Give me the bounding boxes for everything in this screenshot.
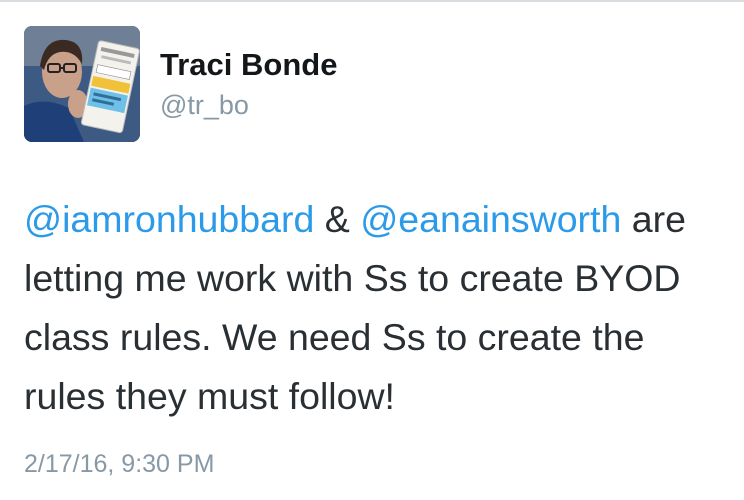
mention-link[interactable]: @iamronhubbard: [24, 198, 314, 240]
author-block: Traci Bonde @tr_bo: [160, 46, 337, 122]
tweet-text-connector: &: [314, 198, 361, 240]
author-display-name[interactable]: Traci Bonde: [160, 46, 337, 84]
author-handle[interactable]: @tr_bo: [160, 88, 337, 122]
avatar[interactable]: [24, 26, 140, 142]
tweet-card: Traci Bonde @tr_bo @iamronhubbard & @ean…: [0, 0, 744, 500]
tweet-text: @iamronhubbard & @eanainsworth are letti…: [24, 190, 734, 426]
avatar-photo: [24, 26, 140, 142]
mention-link[interactable]: @eanainsworth: [360, 198, 621, 240]
tweet-timestamp[interactable]: 2/17/16, 9:30 PM: [24, 447, 214, 481]
